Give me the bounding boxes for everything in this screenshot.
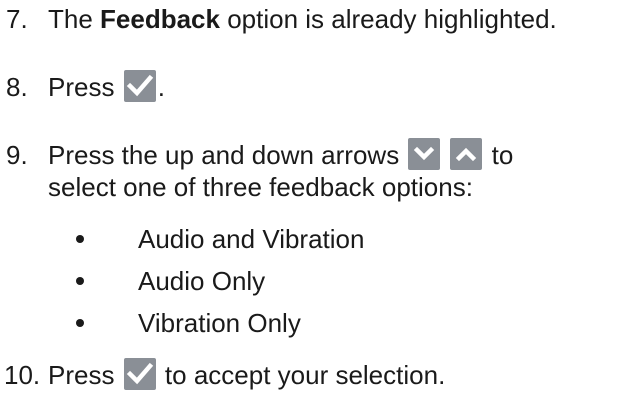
checkmark-button-icon [123,358,156,390]
bullet-icon [76,277,84,285]
step-text: Press to accept your selection. [48,358,445,392]
bullet-icon [76,319,84,327]
step-text-after: to accept your selection. [157,360,446,390]
option-label: Audio Only [138,266,266,296]
step-text-before: Press [48,360,122,390]
instruction-document: 7. The Feedback option is already highli… [0,0,621,396]
option-label: Vibration Only [138,308,301,338]
option-label: Audio and Vibration [138,224,365,254]
step-number: 10. [4,360,41,390]
feedback-options-list: Audio and Vibration Audio Only Vibration… [0,0,621,396]
bullet-icon [76,235,84,243]
